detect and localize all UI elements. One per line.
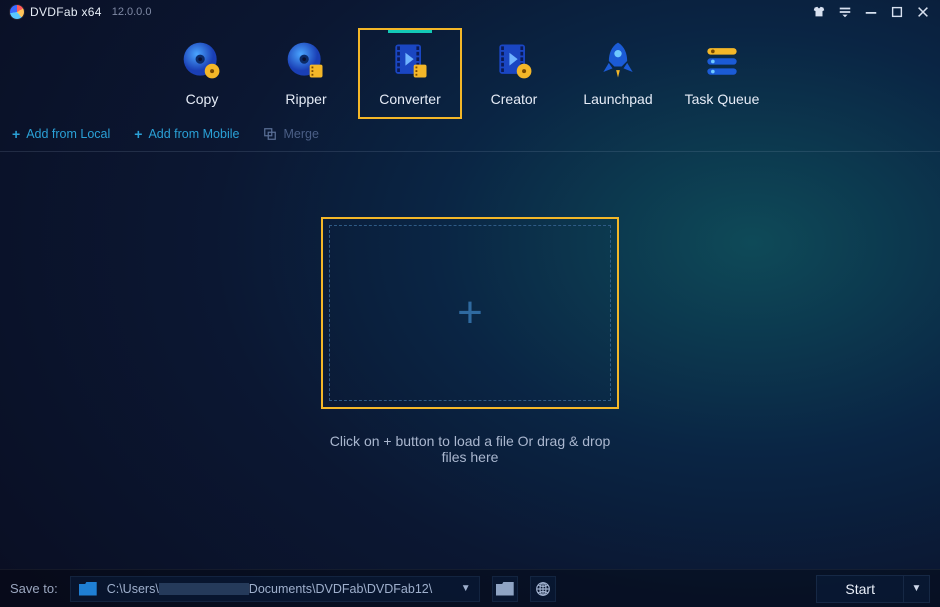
add-from-mobile-button[interactable]: + Add from Mobile: [134, 127, 239, 141]
dropzone-hint: Click on + button to load a file Or drag…: [321, 433, 619, 465]
film-convert-icon: [388, 39, 432, 83]
title-bar-left: DVDFab x64 12.0.0.0: [10, 5, 151, 19]
window-controls: [812, 5, 930, 19]
web-output-button[interactable]: [530, 576, 556, 602]
merge-button[interactable]: Merge: [263, 127, 318, 141]
maximize-icon[interactable]: [890, 5, 904, 19]
nav-label: Task Queue: [685, 91, 760, 107]
start-button-label: Start: [845, 581, 875, 597]
save-path-prefix: C:\Users\: [107, 582, 159, 596]
add-from-local-button[interactable]: + Add from Local: [12, 127, 110, 141]
nav-creator[interactable]: Creator: [462, 28, 566, 119]
close-icon[interactable]: [916, 5, 930, 19]
save-path-suffix: Documents\DVDFab\DVDFab12\: [249, 582, 432, 596]
nav-copy[interactable]: Copy: [150, 28, 254, 119]
menu-dropdown-icon[interactable]: [838, 5, 852, 19]
shirt-icon[interactable]: [812, 5, 826, 19]
main-stage: + Click on + button to load a file Or dr…: [0, 152, 940, 562]
globe-icon: [535, 581, 551, 597]
start-dropdown-button[interactable]: ▼: [904, 575, 930, 603]
save-to-label: Save to:: [10, 581, 58, 596]
chevron-down-icon[interactable]: ▼: [461, 583, 471, 594]
app-logo-icon: [10, 5, 24, 19]
nav-label: Converter: [379, 91, 440, 107]
nav-converter[interactable]: Converter: [358, 28, 462, 119]
queue-icon: [700, 39, 744, 83]
chevron-down-icon: ▼: [912, 583, 922, 594]
save-path-text: C:\Users\ Documents\DVDFab\DVDFab12\: [107, 582, 451, 596]
sub-toolbar: + Add from Local + Add from Mobile Merge: [0, 121, 940, 152]
rocket-icon: [596, 39, 640, 83]
dropzone-highlight: +: [321, 217, 619, 409]
nav-label: Creator: [491, 91, 538, 107]
nav-active-bar: [388, 30, 432, 33]
footer-right: Start ▼: [816, 575, 930, 603]
merge-icon: [263, 127, 277, 141]
save-path-redacted: [159, 583, 249, 595]
folder-icon: [79, 582, 97, 596]
nav-label: Ripper: [285, 91, 326, 107]
plus-icon: +: [12, 127, 20, 141]
nav-label: Launchpad: [583, 91, 652, 107]
nav-launchpad[interactable]: Launchpad: [566, 28, 670, 119]
app-version: 12.0.0.0: [112, 6, 152, 18]
nav-label: Copy: [186, 91, 219, 107]
save-path-box[interactable]: C:\Users\ Documents\DVDFab\DVDFab12\ ▼: [70, 576, 480, 602]
folder-outline-icon: [496, 582, 514, 596]
dropzone[interactable]: + Click on + button to load a file Or dr…: [321, 217, 619, 465]
merge-label: Merge: [283, 127, 318, 141]
main-nav: Copy Ripper Converter: [150, 22, 940, 121]
title-bar: DVDFab x64 12.0.0.0: [0, 0, 940, 22]
disc-copy-icon: [180, 39, 224, 83]
minimize-icon[interactable]: [864, 5, 878, 19]
browse-folder-button[interactable]: [492, 576, 518, 602]
plus-large-icon: +: [457, 291, 483, 335]
add-from-local-label: Add from Local: [26, 127, 110, 141]
app-title: DVDFab x64: [30, 5, 102, 19]
dropzone-inner: +: [329, 225, 611, 401]
plus-icon: +: [134, 127, 142, 141]
disc-ripper-icon: [284, 39, 328, 83]
footer-bar: Save to: C:\Users\ Documents\DVDFab\DVDFa…: [0, 569, 940, 607]
nav-task-queue[interactable]: Task Queue: [670, 28, 774, 119]
start-button[interactable]: Start: [816, 575, 904, 603]
footer-left: Save to: C:\Users\ Documents\DVDFab\DVDFa…: [10, 576, 556, 602]
add-from-mobile-label: Add from Mobile: [148, 127, 239, 141]
film-create-icon: [492, 39, 536, 83]
nav-ripper[interactable]: Ripper: [254, 28, 358, 119]
